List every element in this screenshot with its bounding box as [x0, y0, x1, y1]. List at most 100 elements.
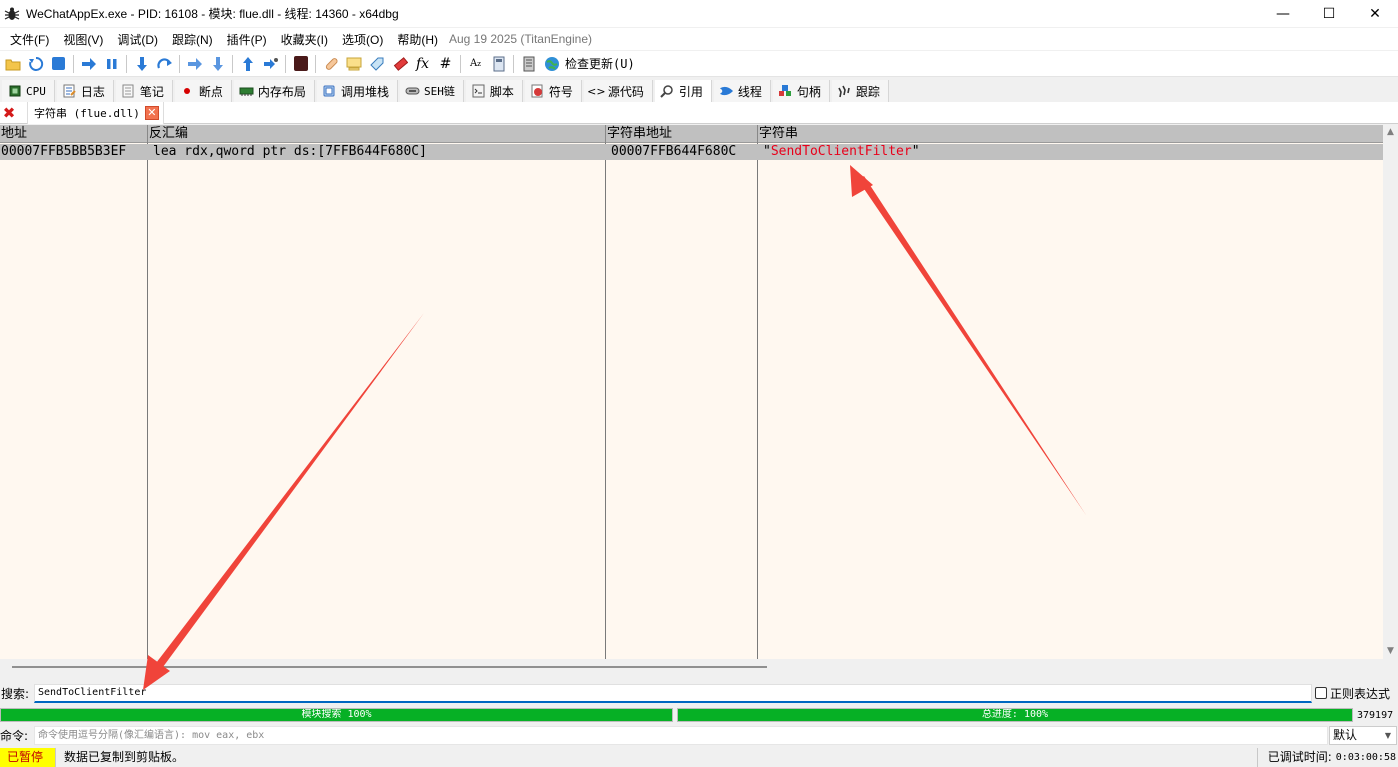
scylla-icon[interactable]	[291, 54, 311, 74]
bug-icon	[4, 7, 20, 20]
tab-handles[interactable]: 句柄	[772, 80, 830, 102]
scroll-up-icon[interactable]: ▲	[1383, 125, 1398, 140]
menu-favourites[interactable]: 收藏夹(I)	[274, 31, 335, 48]
close-all-icon[interactable]: ✖	[1, 104, 17, 122]
run-to-user-icon[interactable]	[185, 54, 205, 74]
command-label: 命令:	[0, 729, 29, 743]
toolbar-separator	[285, 54, 286, 73]
toolbar-separator	[179, 54, 180, 73]
menu-help[interactable]: 帮助(H)	[390, 31, 445, 48]
column-header-address[interactable]: 地址	[0, 125, 148, 143]
search-input[interactable]: SendToClientFilter	[34, 683, 1312, 703]
tab-label: CPU	[26, 84, 46, 98]
tab-source[interactable]: <> 源代码	[583, 80, 653, 102]
table-row[interactable]: 00007FFB5BB5B3EF lea rdx,qword ptr ds:[7…	[0, 144, 1383, 160]
status-bar: 已暂停 数据已复制到剪贴板。 已调试时间: 0:03:00:58	[0, 748, 1398, 767]
labels-icon[interactable]	[367, 54, 387, 74]
subtab-strings[interactable]: 字符串 (flue.dll) ✕	[27, 101, 164, 124]
menu-plugins[interactable]: 插件(P)	[220, 31, 274, 48]
function-icon[interactable]: fx	[413, 54, 433, 74]
tab-symbols[interactable]: 符号	[524, 80, 582, 102]
title-bar: WeChatAppEx.exe - PID: 16108 - 模块: flue.…	[0, 0, 1398, 27]
hash-icon[interactable]: #	[436, 54, 456, 74]
menu-view[interactable]: 视图(V)	[56, 31, 110, 48]
string-quote-close: "	[911, 144, 920, 159]
run-icon[interactable]	[79, 54, 99, 74]
tab-label: 源代码	[607, 84, 644, 99]
regex-checkbox[interactable]	[1315, 687, 1327, 699]
tab-memory-map[interactable]: 内存布局	[233, 80, 315, 102]
menu-debug[interactable]: 调试(D)	[110, 31, 165, 48]
window-controls: — ☐ ✕	[1260, 0, 1398, 27]
regex-toggle[interactable]: 正则表达式	[1315, 685, 1390, 702]
pause-icon[interactable]	[102, 54, 122, 74]
tab-callstack[interactable]: 调用堆栈	[316, 80, 398, 102]
strings-icon[interactable]: Az	[466, 54, 486, 74]
close-subtab-icon[interactable]: ✕	[144, 105, 159, 120]
toolbar-separator	[232, 54, 233, 73]
script-icon	[471, 84, 486, 99]
column-header-disasm[interactable]: 反汇编	[148, 125, 606, 143]
tab-label: 内存布局	[257, 84, 306, 99]
restart-icon[interactable]	[26, 54, 46, 74]
tab-label: 跟踪	[855, 84, 880, 99]
reference-subtab-bar: ✖ 字符串 (flue.dll) ✕	[0, 101, 1398, 124]
step-over-icon[interactable]	[155, 54, 175, 74]
tab-label: SEH链	[423, 85, 455, 98]
vertical-scrollbar[interactable]: ▲ ▼	[1383, 125, 1398, 659]
check-updates-link[interactable]: 检查更新(U)	[565, 55, 635, 72]
search-label: 搜索:	[1, 686, 30, 701]
tab-log[interactable]: 日志	[56, 80, 114, 102]
tab-breakpoints[interactable]: 断点	[174, 80, 232, 102]
tab-references[interactable]: 引用	[654, 80, 712, 102]
stop-icon[interactable]	[49, 54, 69, 74]
tab-cpu[interactable]: CPU	[2, 80, 55, 102]
references-table[interactable]: 地址 反汇编 字符串地址 字符串 00007FFB5BB5B3EF lea rd…	[0, 125, 1383, 659]
memory-icon[interactable]	[519, 54, 539, 74]
execute-till-return-icon[interactable]	[238, 54, 258, 74]
comments-icon[interactable]	[344, 54, 364, 74]
step-into-icon[interactable]	[132, 54, 152, 74]
notes-icon	[121, 84, 136, 99]
scroll-down-icon[interactable]: ▼	[1383, 644, 1398, 659]
toolbar-separator	[460, 54, 461, 73]
cell-string-address: 00007FFB644F680C	[611, 144, 737, 159]
toolbar-separator	[73, 54, 74, 73]
horizontal-scrollbar[interactable]	[0, 659, 1398, 675]
bookmarks-icon[interactable]	[390, 54, 410, 74]
column-divider	[757, 143, 758, 659]
column-divider	[147, 143, 148, 659]
tab-label: 调用堆栈	[340, 84, 389, 99]
minimize-button[interactable]: —	[1260, 0, 1306, 27]
horizontal-scroll-thumb[interactable]	[12, 666, 767, 668]
patch-icon[interactable]	[321, 54, 341, 74]
tab-threads[interactable]: 线程	[713, 80, 771, 102]
run-to-user-code-icon[interactable]	[261, 54, 281, 74]
subtab-label: 字符串 (flue.dll)	[34, 106, 140, 120]
tab-label: 脚本	[489, 84, 514, 99]
tab-seh[interactable]: SEH链	[399, 80, 464, 102]
threads-icon	[719, 84, 734, 99]
command-bar: 命令: 命令使用逗号分隔(像汇编语言): mov eax, ebx 默认 ▼	[0, 725, 1398, 746]
menu-file[interactable]: 文件(F)	[3, 31, 56, 48]
open-folder-icon[interactable]	[3, 54, 23, 74]
tab-script[interactable]: 脚本	[465, 80, 523, 102]
column-header-string-address[interactable]: 字符串地址	[606, 125, 758, 143]
command-input[interactable]: 命令使用逗号分隔(像汇编语言): mov eax, ebx	[34, 726, 1328, 745]
maximize-button[interactable]: ☐	[1306, 0, 1352, 27]
menu-options[interactable]: 选项(O)	[335, 31, 390, 48]
step-into-down-icon[interactable]	[208, 54, 228, 74]
close-window-button[interactable]: ✕	[1352, 0, 1398, 27]
trace-icon	[837, 84, 852, 99]
debug-time-value: 0:03:00:58	[1335, 752, 1396, 763]
menu-trace[interactable]: 跟踪(N)	[165, 31, 220, 48]
column-divider	[605, 143, 606, 659]
result-count: 379197	[1357, 709, 1394, 721]
calculator-icon[interactable]	[489, 54, 509, 74]
status-message: 数据已复制到剪贴板。	[55, 748, 1257, 767]
tab-notes[interactable]: 笔记	[115, 80, 173, 102]
column-header-string[interactable]: 字符串	[758, 125, 1383, 143]
command-mode-select[interactable]: 默认 ▼	[1329, 726, 1397, 745]
tab-trace[interactable]: 跟踪	[831, 80, 889, 102]
globe-icon[interactable]	[542, 54, 562, 74]
